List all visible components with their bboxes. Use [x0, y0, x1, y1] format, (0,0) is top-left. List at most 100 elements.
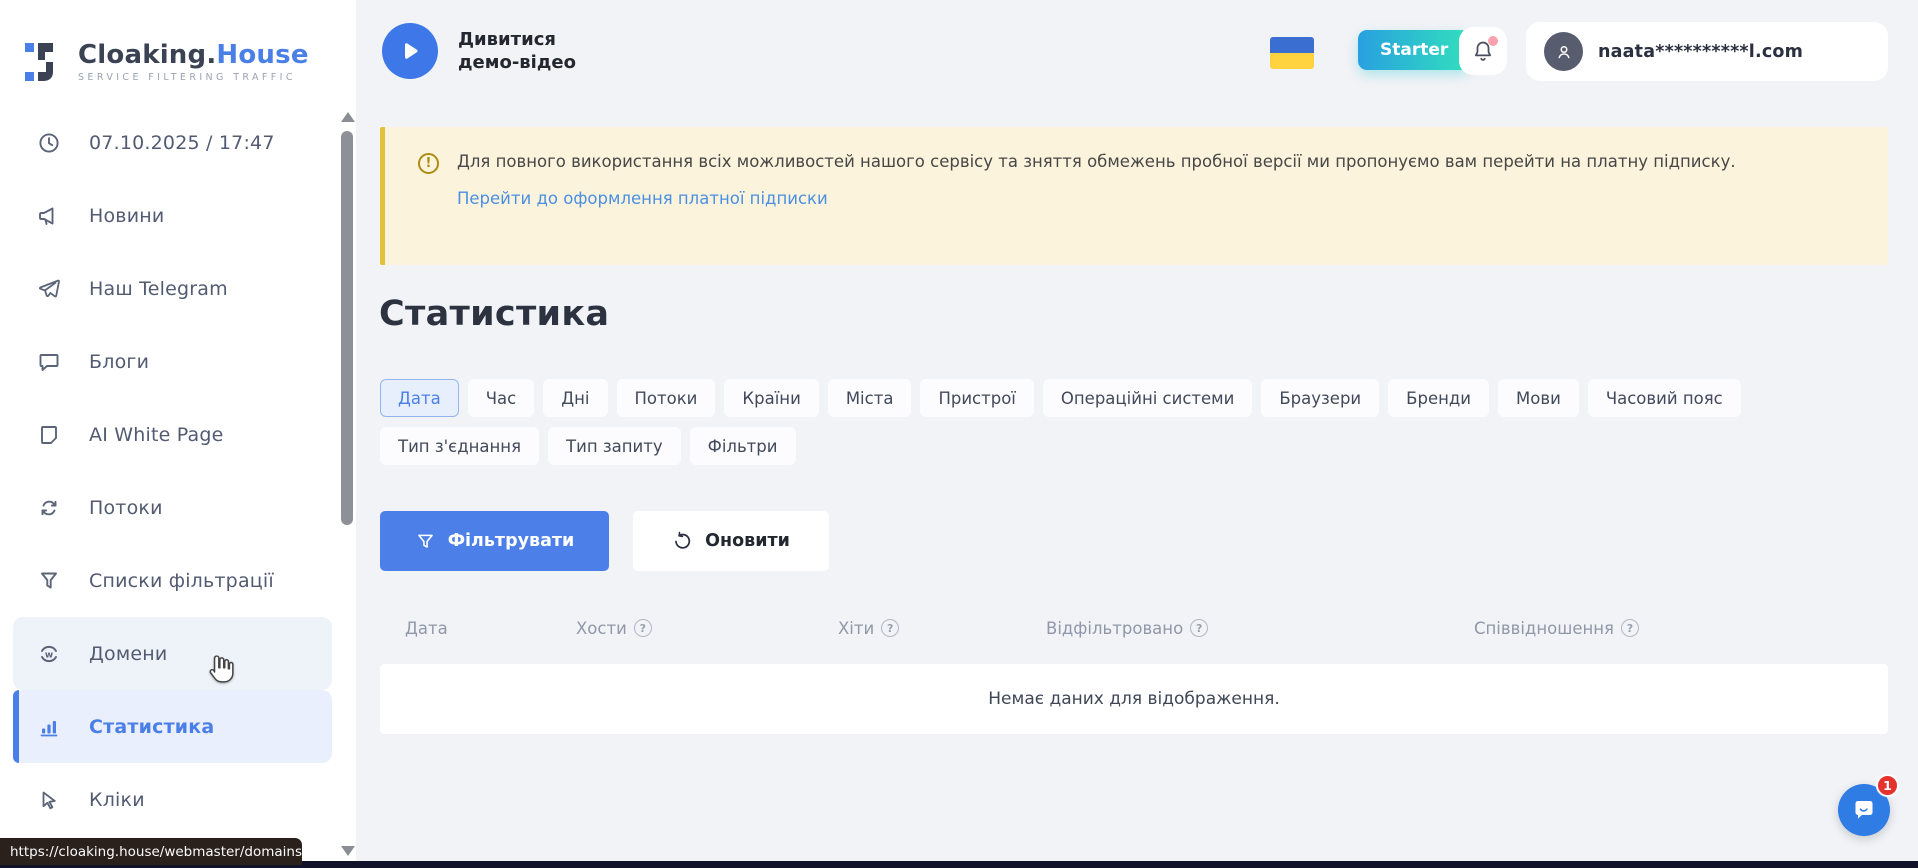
streams-icon	[36, 495, 62, 521]
tab-filters[interactable]: Фільтри	[690, 427, 796, 465]
sidebar-item-label: Статистика	[89, 716, 214, 738]
bar-chart-icon	[36, 714, 62, 740]
svg-text:w: w	[45, 650, 53, 660]
brand-dark: Cloaking.	[78, 40, 216, 70]
sidebar-item-label: Новини	[89, 205, 164, 227]
sidebar-item-domains[interactable]: w Домени	[13, 617, 332, 690]
scrollbar-thumb[interactable]	[341, 131, 353, 525]
sidebar-item-label: AI White Page	[89, 424, 224, 446]
funnel-icon	[415, 531, 436, 552]
stats-tabs: Дата Час Дні Потоки Країни Міста Пристро…	[380, 379, 1900, 475]
banner-text: Для повного використання всіх можливосте…	[457, 150, 1848, 173]
help-icon[interactable]: ?	[881, 619, 899, 637]
tab-time[interactable]: Час	[468, 379, 535, 417]
tab-connection-type[interactable]: Тип з'єднання	[380, 427, 539, 465]
sidebar-item-filter-lists[interactable]: Списки фільтрації	[13, 544, 332, 617]
chat-bubble-icon	[36, 349, 62, 375]
tab-languages[interactable]: Мови	[1498, 379, 1579, 417]
account-email: naata**********l.com	[1598, 42, 1803, 62]
sidebar-item-ai-white-page[interactable]: AI White Page	[13, 398, 332, 471]
cloaking-house-logo-icon	[24, 38, 66, 86]
sidebar-scrollbar[interactable]	[340, 104, 354, 868]
column-label: Хіти	[838, 619, 874, 638]
sidebar-item-blogs[interactable]: Блоги	[13, 325, 332, 398]
hand-cursor	[205, 652, 239, 692]
tab-browsers[interactable]: Браузери	[1261, 379, 1379, 417]
sidebar-item-clicks[interactable]: Кліки	[13, 763, 332, 836]
chat-bubble-icon	[1850, 796, 1878, 824]
page-title: Статистика	[379, 294, 609, 334]
page-icon	[36, 422, 62, 448]
funnel-icon	[36, 568, 62, 594]
refresh-button-label: Оновити	[705, 531, 790, 551]
column-label: Співвідношення	[1474, 619, 1614, 638]
avatar	[1544, 32, 1583, 71]
notification-dot	[1488, 36, 1498, 46]
logo-tagline: SERVICE FILTERING TRAFFIC	[78, 72, 309, 83]
help-icon[interactable]: ?	[1190, 619, 1208, 637]
sidebar-item-label: Домени	[89, 643, 167, 665]
sidebar-item-label: Потоки	[89, 497, 163, 519]
logo[interactable]: Cloaking.House SERVICE FILTERING TRAFFIC	[0, 0, 356, 100]
tab-streams[interactable]: Потоки	[617, 379, 716, 417]
upgrade-subscription-link[interactable]: Перейти до оформлення платної підписки	[457, 189, 828, 208]
empty-table-row: Немає даних для відображення.	[380, 664, 1888, 734]
logo-text: Cloaking.House SERVICE FILTERING TRAFFIC	[78, 41, 309, 83]
account-menu[interactable]: naata**********l.com	[1526, 22, 1888, 81]
column-label: Відфільтровано	[1046, 619, 1183, 638]
column-header-hosts: Хости ?	[576, 619, 838, 638]
status-url-tooltip: https://cloaking.house/webmaster/domains	[0, 838, 302, 865]
refresh-button[interactable]: Оновити	[633, 511, 829, 571]
column-label: Дата	[405, 619, 448, 638]
sidebar-item-label: Кліки	[89, 789, 145, 811]
cursor-icon	[36, 787, 62, 813]
tab-devices[interactable]: Пристрої	[920, 379, 1033, 417]
sidebar-item-label: Наш Telegram	[89, 278, 228, 300]
sidebar-item-telegram[interactable]: Наш Telegram	[13, 252, 332, 325]
sidebar-item-datetime: 07.10.2025 / 17:47	[13, 106, 332, 179]
sidebar-item-news[interactable]: Новини	[13, 179, 332, 252]
warning-icon: !	[418, 153, 439, 174]
megaphone-icon	[36, 203, 62, 229]
empty-state-text: Немає даних для відображення.	[988, 689, 1280, 709]
filter-button-label: Фільтрувати	[448, 531, 575, 551]
telegram-icon	[36, 276, 62, 302]
refresh-icon	[672, 531, 693, 552]
tabs-row-1: Дата Час Дні Потоки Країни Міста Пристро…	[380, 379, 1900, 417]
sidebar-item-streams[interactable]: Потоки	[13, 471, 332, 544]
sidebar-item-label: Блоги	[89, 351, 149, 373]
filter-button[interactable]: Фільтрувати	[380, 511, 609, 571]
stats-table-header: Дата Хости ? Хіти ? Відфільтровано ? Спі…	[380, 609, 1888, 647]
column-header-date: Дата	[405, 619, 576, 638]
column-header-hits: Хіти ?	[838, 619, 1046, 638]
sidebar-item-label: 07.10.2025 / 17:47	[89, 132, 275, 154]
column-label: Хости	[576, 619, 627, 638]
ukraine-flag-icon[interactable]	[1270, 37, 1314, 69]
tab-operating-systems[interactable]: Операційні системи	[1043, 379, 1252, 417]
sidebar: Cloaking.House SERVICE FILTERING TRAFFIC…	[0, 0, 356, 868]
action-buttons: Фільтрувати Оновити	[380, 511, 829, 571]
notifications-button[interactable]	[1459, 27, 1507, 75]
tab-days[interactable]: Дні	[543, 379, 607, 417]
sidebar-item-label: Списки фільтрації	[89, 570, 274, 592]
sidebar-nav: 07.10.2025 / 17:47 Новини Наш Telegram Б…	[0, 106, 356, 836]
tab-brands[interactable]: Бренди	[1388, 379, 1489, 417]
tab-date[interactable]: Дата	[380, 379, 459, 417]
column-header-filtered: Відфільтровано ?	[1046, 619, 1474, 638]
tab-timezone[interactable]: Часовий пояс	[1588, 379, 1741, 417]
starter-plan-button[interactable]: Starter	[1358, 30, 1470, 70]
watch-demo-video[interactable]: Дивитися демо-відео	[382, 23, 590, 79]
help-icon[interactable]: ?	[634, 619, 652, 637]
tab-countries[interactable]: Країни	[724, 379, 818, 417]
tab-cities[interactable]: Міста	[828, 379, 912, 417]
scrollbar-down-arrow[interactable]	[341, 846, 355, 856]
sidebar-item-statistics[interactable]: Статистика	[13, 690, 332, 763]
scrollbar-up-arrow[interactable]	[341, 112, 355, 122]
domains-icon: w	[36, 641, 62, 667]
trial-warning-banner: ! Для повного використання всіх можливос…	[380, 127, 1888, 265]
help-icon[interactable]: ?	[1621, 619, 1639, 637]
tab-request-type[interactable]: Тип запиту	[548, 427, 681, 465]
play-icon[interactable]	[382, 23, 438, 79]
chat-unread-badge: 1	[1876, 774, 1899, 797]
brand-accent: House	[216, 40, 308, 70]
